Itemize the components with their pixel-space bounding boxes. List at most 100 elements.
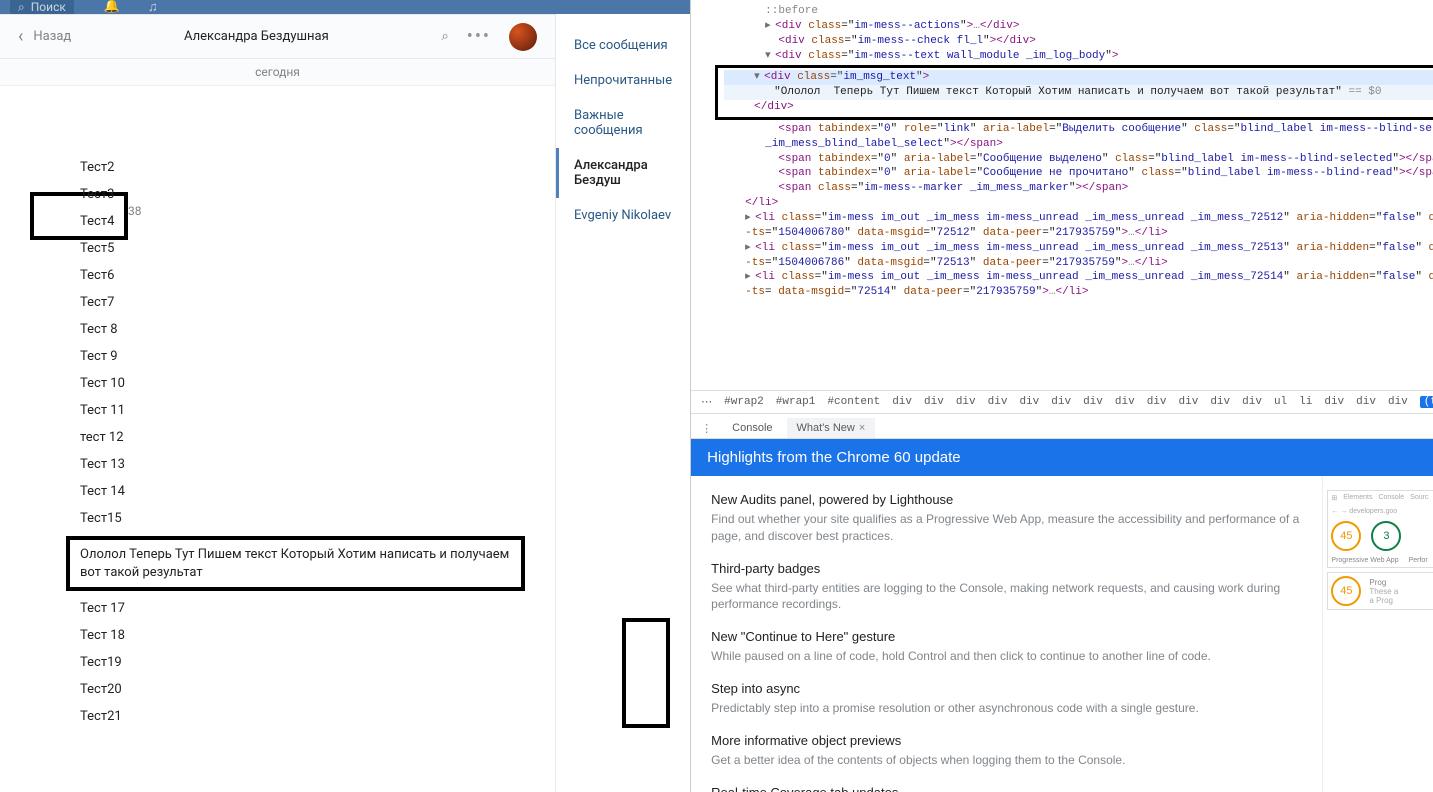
- crumb[interactable]: div: [1051, 396, 1071, 408]
- close-icon[interactable]: ×: [859, 422, 865, 434]
- code-line[interactable]: ▾<div class="im-mess--text wall_module _…: [715, 49, 1433, 64]
- whatsnew-list[interactable]: New Audits panel, powered by Lighthouse F…: [691, 476, 1322, 792]
- message-row[interactable]: Тест 11: [30, 397, 525, 424]
- score-circle: 3: [1371, 521, 1401, 551]
- crumb[interactable]: div: [924, 396, 944, 408]
- code-line[interactable]: <span tabindex="0" role="link" aria-labe…: [715, 122, 1433, 152]
- elements-code[interactable]: ::before ▸<div class="im-mess--actions">…: [691, 0, 1433, 390]
- code-line[interactable]: ▸<li class="im-mess im_out _im_mess im-m…: [715, 270, 1433, 300]
- message-row[interactable]: Тест15: [30, 505, 525, 532]
- code-line[interactable]: ▸<div class="im-mess--actions">…</div>: [715, 19, 1433, 34]
- crumb[interactable]: div: [956, 396, 976, 408]
- tab-whatsnew[interactable]: What's New×: [787, 418, 876, 438]
- whatsnew-item[interactable]: Real-time Coverage tab updatesSee what c…: [711, 785, 1302, 792]
- whatsnew-item-desc: Predictably step into a promise resoluti…: [711, 700, 1302, 717]
- whatsnew-item-desc: See what third-party entities are loggin…: [711, 580, 1302, 614]
- message-row[interactable]: Тест 13: [30, 451, 525, 478]
- message-row[interactable]: Тест 14: [30, 478, 525, 505]
- sidebar-item[interactable]: Важные сообщения: [556, 98, 690, 148]
- close-div: </div>: [724, 100, 1433, 115]
- whatsnew-item[interactable]: New "Continue to Here" gestureWhile paus…: [711, 629, 1302, 665]
- breadcrumb[interactable]: ⋯ #wrap2#wrap1#contentdivdivdivdivdivdiv…: [691, 390, 1433, 414]
- crumb[interactable]: div: [1210, 396, 1230, 408]
- message-row[interactable]: Тест6: [30, 262, 525, 289]
- code-line[interactable]: <div class="im-mess--check fl_l"></div>: [715, 34, 1433, 49]
- message-row[interactable]: Тест 18: [30, 622, 525, 649]
- whatsnew-item-title: Third-party badges: [711, 561, 1302, 576]
- crumb[interactable]: div: [1179, 396, 1199, 408]
- search-chat-icon[interactable]: ⌕: [441, 29, 448, 44]
- chat-title: Александра Бездушная: [71, 29, 441, 44]
- crumb-selected[interactable]: (text): [1420, 396, 1433, 408]
- whatsnew-item-desc: Get a better idea of the contents of obj…: [711, 752, 1302, 769]
- message-row[interactable]: Тест7: [30, 289, 525, 316]
- crumb[interactable]: div: [1115, 396, 1135, 408]
- crumb[interactable]: div: [1324, 396, 1344, 408]
- code-line[interactable]: ▸<li class="im-mess im_out _im_mess im-m…: [715, 211, 1433, 241]
- message-row[interactable]: Тест21: [30, 703, 525, 730]
- whatsnew-item-title: Real-time Coverage tab updates: [711, 785, 1302, 792]
- message-row[interactable]: Тест 17: [30, 595, 525, 622]
- back-arrow-icon[interactable]: ‹: [18, 26, 23, 47]
- whatsnew-item[interactable]: Step into asyncPredictably step into a p…: [711, 681, 1302, 717]
- avatar[interactable]: [509, 23, 537, 51]
- sidebar-item[interactable]: Evgeniy Nikolaev: [556, 198, 690, 233]
- crumb-dots[interactable]: ⋯: [701, 395, 712, 409]
- code-line[interactable]: <span class="im-mess--marker _im_mess_ma…: [715, 181, 1433, 196]
- message-row[interactable]: Тест 10: [30, 370, 525, 397]
- devtools-panel: ::before ▸<div class="im-mess--actions">…: [691, 0, 1433, 792]
- code-line[interactable]: <span tabindex="0" aria-label="Сообщение…: [715, 152, 1433, 167]
- message-row[interactable]: тест 12: [30, 424, 525, 451]
- close-li: </li>: [715, 196, 1433, 211]
- sidebar-item[interactable]: Александра Бездуш: [556, 148, 690, 198]
- message-row[interactable]: Тест20: [30, 676, 525, 703]
- selected-inner-div[interactable]: ▾<div class="im_msg_text">: [724, 70, 1433, 85]
- tab-console[interactable]: Console: [722, 418, 782, 438]
- highlighted-message[interactable]: Ололол Теперь Тут Пишем текст Который Хо…: [66, 536, 525, 591]
- whatsnew-item[interactable]: Third-party badges See what third-party e…: [711, 561, 1302, 614]
- back-label[interactable]: Назад: [33, 29, 71, 44]
- message-row[interactable]: Тест 9: [30, 343, 525, 370]
- crumb[interactable]: li: [1299, 396, 1312, 408]
- drawer-menu-icon[interactable]: ⋮: [701, 422, 712, 435]
- whatsnew-item-title: More informative object previews: [711, 733, 1302, 748]
- sidebar-item[interactable]: Все сообщения: [556, 28, 690, 63]
- whatsnew-item[interactable]: New Audits panel, powered by Lighthouse F…: [711, 492, 1302, 545]
- crumb[interactable]: div: [1083, 396, 1103, 408]
- more-icon[interactable]: •••: [467, 26, 491, 47]
- message-row[interactable]: Тест2: [30, 154, 525, 181]
- pseudo-before: ::before: [715, 4, 1433, 19]
- code-line[interactable]: <span tabindex="0" aria-label="Сообщение…: [715, 166, 1433, 181]
- whatsnew-item[interactable]: More informative object previews Get a be…: [711, 733, 1302, 769]
- selected-text-node[interactable]: "Ололол Теперь Тут Пишем текст Который Х…: [724, 85, 1433, 100]
- crumb[interactable]: div: [1147, 396, 1167, 408]
- message-row[interactable]: Тест3: [30, 181, 525, 208]
- redacted-box: [622, 618, 670, 728]
- crumb[interactable]: #wrap1: [776, 396, 816, 408]
- code-line[interactable]: ▸<li class="im-mess im_out _im_mess im-m…: [715, 241, 1433, 271]
- crumb[interactable]: div: [1388, 396, 1408, 408]
- music-icon[interactable]: ♫: [148, 0, 158, 14]
- crumb[interactable]: div: [1242, 396, 1262, 408]
- whatsnew-item-title: New Audits panel, powered by Lighthouse: [711, 492, 1302, 507]
- message-row[interactable]: Тест 8: [30, 316, 525, 343]
- crumb[interactable]: div: [1356, 396, 1376, 408]
- score-circle: 45: [1331, 521, 1361, 551]
- crumb[interactable]: ul: [1274, 396, 1287, 408]
- whatsnew-item-desc: While paused on a line of code, hold Con…: [711, 648, 1302, 665]
- crumb[interactable]: div: [988, 396, 1008, 408]
- crumb[interactable]: #content: [827, 396, 880, 408]
- bell-icon[interactable]: 🔔: [104, 0, 120, 14]
- message-row[interactable]: Тест19: [30, 649, 525, 676]
- message-list[interactable]: 38 Тест2Тест3Тест4Тест5Тест6Тест7Тест 8Т…: [0, 86, 555, 792]
- crumb[interactable]: div: [1019, 396, 1039, 408]
- message-row[interactable]: Тест4: [30, 208, 525, 235]
- crumb[interactable]: div: [892, 396, 912, 408]
- sidebar-item[interactable]: Непрочитанные: [556, 63, 690, 98]
- chat-main: ‹ Назад Александра Бездушная ⌕ ••• сегод…: [0, 14, 555, 792]
- search-input[interactable]: ⌕ Поиск: [10, 0, 74, 14]
- crumb[interactable]: #wrap2: [724, 396, 764, 408]
- message-row[interactable]: Тест5: [30, 235, 525, 262]
- whatsnew-item-desc: Find out whether your site qualifies as …: [711, 511, 1302, 545]
- search-placeholder: Поиск: [31, 0, 66, 14]
